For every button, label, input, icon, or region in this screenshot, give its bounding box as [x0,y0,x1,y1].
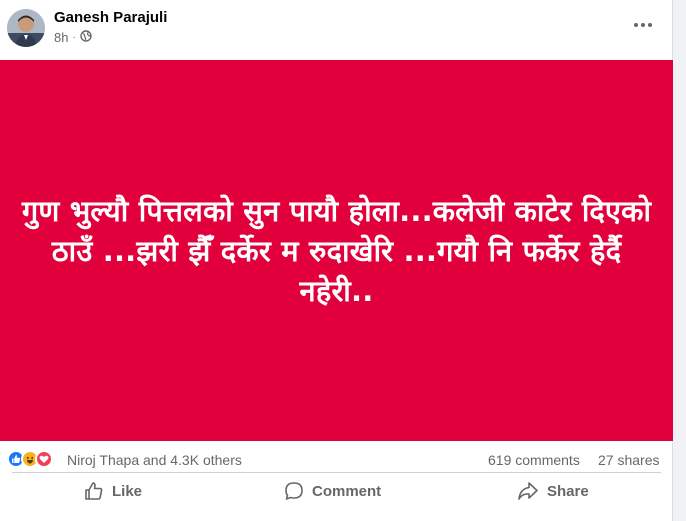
post-background: गुण भुल्यौ पित्तलको सुन पायौ होला...कलेज… [0,60,673,441]
like-label: Like [112,482,143,500]
thumbs-up-icon [84,481,104,501]
more-options-icon[interactable] [628,13,658,37]
author-avatar[interactable] [7,9,45,47]
comment-button[interactable]: Comment [284,476,381,506]
post-actions: Like Comment Share [0,474,673,508]
shares-count[interactable]: 27 shares [598,452,659,468]
post-card: Ganesh Parajuli 8h · गुण भुल्यौ पित्तलको… [0,0,673,521]
comment-label: Comment [312,482,382,500]
reaction-icons[interactable] [7,450,53,468]
post-text: गुण भुल्यौ पित्तलको सुन पायौ होला...कलेज… [21,193,652,308]
like-button[interactable]: Like [84,476,142,506]
share-icon [517,481,539,501]
love-icon [35,450,53,468]
reactors-summary[interactable]: Niroj Thapa and 4.3K others [67,452,242,468]
post-meta: 8h · [54,30,92,45]
share-button[interactable]: Share [517,476,589,506]
globe-icon[interactable] [80,30,92,45]
post-header: Ganesh Parajuli 8h · [0,0,673,60]
meta-separator: · [72,32,76,43]
comments-count[interactable]: 619 comments [488,452,580,468]
share-label: Share [547,482,589,500]
stats-divider [12,472,661,473]
author-name[interactable]: Ganesh Parajuli [54,9,167,26]
post-time[interactable]: 8h [54,30,68,45]
comment-icon [284,481,304,501]
